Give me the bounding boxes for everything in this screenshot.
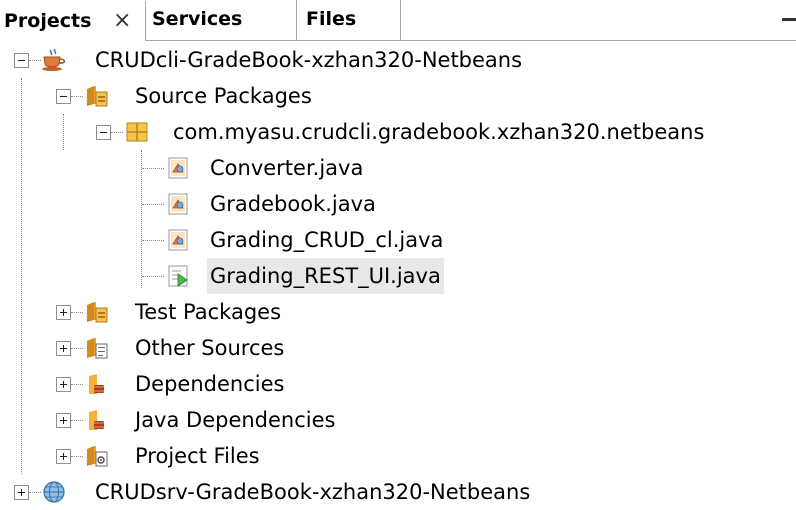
tab-bar-divider	[146, 40, 401, 41]
tree-node-label: Other Sources	[135, 336, 285, 360]
tree-node-label: com.myasu.crudcli.gradebook.xzhan320.net…	[173, 120, 705, 144]
collapse-icon[interactable]	[56, 89, 71, 104]
tree-node-file[interactable]: Grading_CRUD_cl.java	[0, 222, 796, 258]
tree-node-label: Test Packages	[135, 300, 282, 324]
tree-node-label: Grading_REST_UI.java	[207, 258, 444, 294]
tree-node-project-files[interactable]: Project Files	[0, 438, 796, 474]
tab-projects[interactable]: Projects ×	[0, 0, 146, 41]
tree-node-label: Converter.java	[210, 156, 364, 180]
tree-node-package[interactable]: com.myasu.crudcli.gradebook.xzhan320.net…	[0, 114, 796, 150]
tree-node-file[interactable]: Gradebook.java	[0, 186, 796, 222]
collapse-icon[interactable]	[14, 53, 29, 68]
tree-node-label: Java Dependencies	[135, 408, 336, 432]
tab-projects-label: Projects	[4, 10, 92, 32]
expand-icon[interactable]	[56, 413, 71, 428]
tab-files-label: Files	[306, 8, 357, 30]
libraries-folder-icon	[89, 410, 104, 430]
tree-node-file-selected[interactable]: Grading_REST_UI.java	[0, 258, 796, 294]
source-folder-icon	[87, 86, 108, 107]
tab-services[interactable]: Services	[146, 0, 297, 41]
tab-bar: Projects × Services Files	[0, 0, 796, 42]
expand-icon[interactable]	[56, 305, 71, 320]
tree-node-label: Dependencies	[135, 372, 285, 396]
tab-files[interactable]: Files	[297, 0, 401, 41]
web-project-icon	[43, 481, 65, 503]
expand-icon[interactable]	[56, 449, 71, 464]
other-sources-folder-icon	[87, 338, 108, 359]
tree-node-label: CRUDcli-GradeBook-xzhan320-Netbeans	[95, 48, 523, 72]
tree-node-label: Project Files	[135, 444, 260, 468]
package-icon	[126, 122, 148, 142]
java-file-icon	[168, 157, 188, 179]
tree-node-project-cli[interactable]: CRUDcli-GradeBook-xzhan320-Netbeans	[0, 42, 796, 78]
tab-bar-divider	[401, 40, 796, 41]
close-icon[interactable]: ×	[113, 2, 131, 40]
java-file-icon	[168, 229, 188, 251]
minimize-window-button[interactable]	[782, 18, 796, 21]
tree-node-source-packages[interactable]: Source Packages	[0, 78, 796, 114]
tree-node-java-dependencies[interactable]: Java Dependencies	[0, 402, 796, 438]
tree-node-label: CRUDsrv-GradeBook-xzhan320-Netbeans	[95, 480, 531, 504]
project-tree: CRUDcli-GradeBook-xzhan320-Netbeans Sour…	[0, 42, 796, 510]
tab-services-label: Services	[152, 8, 243, 30]
libraries-folder-icon	[89, 374, 104, 394]
tree-node-test-packages[interactable]: Test Packages	[0, 294, 796, 330]
tree-node-dependencies[interactable]: Dependencies	[0, 366, 796, 402]
projects-panel: Projects × Services Files CRUDcli-GradeB…	[0, 0, 796, 510]
tree-node-other-sources[interactable]: Other Sources	[0, 330, 796, 366]
tree-node-project-srv[interactable]: CRUDsrv-GradeBook-xzhan320-Netbeans	[0, 474, 796, 510]
collapse-icon[interactable]	[96, 125, 111, 140]
tree-node-label: Grading_CRUD_cl.java	[210, 228, 444, 252]
test-folder-icon	[87, 302, 108, 323]
tree-node-label: Gradebook.java	[210, 192, 376, 216]
tree-node-label: Source Packages	[135, 84, 312, 108]
expand-icon[interactable]	[14, 485, 29, 500]
expand-icon[interactable]	[56, 341, 71, 356]
java-file-icon	[168, 193, 188, 215]
project-files-folder-icon	[87, 446, 108, 467]
java-main-class-icon	[168, 265, 188, 287]
tree-node-file[interactable]: Converter.java	[0, 150, 796, 186]
expand-icon[interactable]	[56, 377, 71, 392]
java-project-icon	[42, 48, 66, 71]
